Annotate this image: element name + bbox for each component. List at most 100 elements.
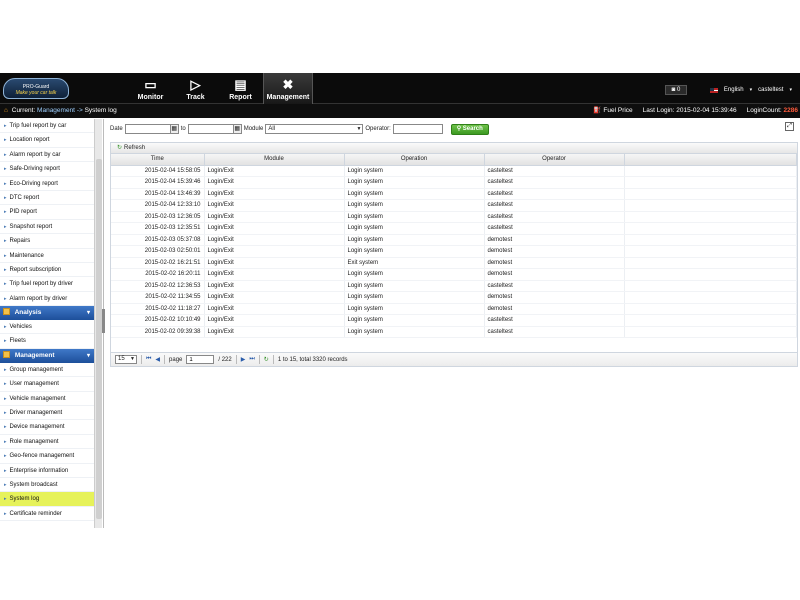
table-row[interactable]: 2015-02-03 05:37:08 Login/Exit Login syste… bbox=[111, 234, 797, 246]
sidebar-group-management[interactable]: Management ▾ bbox=[0, 348, 94, 363]
sidebar-item-report-subscription[interactable]: ▸ Report subscription bbox=[0, 263, 94, 278]
sidebar-item-enterprise-information[interactable]: ▸ Enterprise information bbox=[0, 464, 94, 478]
sidebar-collapse-handle[interactable] bbox=[102, 309, 105, 333]
sidebar-item-vehicle-management[interactable]: ▸ Vehicle management bbox=[0, 392, 94, 407]
table-row[interactable]: 2015-02-04 13:46:39 Login/Exit Login syste… bbox=[111, 188, 797, 200]
fullscreen-icon[interactable]: ⤢ bbox=[785, 122, 794, 131]
sidebar-item-snapshot-report[interactable]: ▸ Snapshot report bbox=[0, 220, 94, 235]
sidebar-item-certificate-reminder[interactable]: ▸ Certificate reminder bbox=[0, 507, 94, 522]
management-menu-items: ▸ Group management ▸ User management ▸ Vehicl… bbox=[0, 363, 94, 522]
page-size-select[interactable]: 15 ▼ bbox=[115, 355, 137, 364]
calendar-icon[interactable]: ▦ bbox=[169, 124, 179, 134]
refresh-label: Refresh bbox=[124, 145, 146, 151]
refresh-icon: ↻ bbox=[117, 145, 123, 151]
operator-cell: casteltest bbox=[484, 176, 625, 189]
nav-monitor[interactable]: ▭ Monitor bbox=[128, 73, 173, 104]
sidebar-item-eco-driving-report[interactable]: ▸ Eco-Driving report bbox=[0, 177, 94, 191]
table-row[interactable]: 2015-02-04 15:39:46 Login/Exit Login syste… bbox=[111, 176, 797, 189]
sidebar-item-safe-driving-report[interactable]: ▸ Safe-Driving report bbox=[0, 162, 94, 177]
operation-cell: Login system bbox=[344, 303, 485, 315]
sidebar-item-alarm-report-by-driver[interactable]: ▸ Alarm report by driver bbox=[0, 292, 94, 307]
page-number-input[interactable] bbox=[186, 355, 215, 364]
filter-bar: Date ▦ to ▦ Module All ▼ Operator: ⚲ Sea… bbox=[110, 121, 489, 137]
bullet-arrow-icon: ▸ bbox=[4, 438, 7, 445]
table-row[interactable]: 2015-02-03 12:35:51 Login/Exit Login syste… bbox=[111, 222, 797, 235]
bullet-arrow-icon: ▸ bbox=[4, 238, 7, 245]
module-select-value: All bbox=[268, 126, 276, 132]
table-row[interactable]: 2015-02-02 11:18:27 Login/Exit Login syste… bbox=[111, 303, 797, 315]
nav-track[interactable]: ▷ Track bbox=[173, 73, 218, 104]
pager-divider bbox=[164, 355, 166, 364]
col-operator-header[interactable]: Operator bbox=[484, 154, 625, 166]
refresh-button[interactable]: ↻ Refresh bbox=[117, 145, 145, 151]
sidebar-item-group-management[interactable]: ▸ Group management bbox=[0, 363, 94, 378]
table-row[interactable]: 2015-02-02 10:10:49 Login/Exit Login syste… bbox=[111, 314, 797, 327]
sidebar-item-trip-fuel-report-by-driver[interactable]: ▸ Trip fuel report by driver bbox=[0, 277, 94, 292]
last-page-icon[interactable]: ⏭ bbox=[249, 356, 254, 363]
sidebar-item-maintenance[interactable]: ▸ Maintenance bbox=[0, 249, 94, 263]
operation-cell: Login system bbox=[344, 165, 485, 177]
scrollbar-thumb[interactable] bbox=[96, 159, 102, 519]
sidebar-scrollbar[interactable] bbox=[94, 119, 102, 528]
calendar-icon[interactable]: ▦ bbox=[232, 124, 242, 134]
sidebar-item-system-log[interactable]: ▸ System log bbox=[0, 492, 94, 507]
table-row[interactable]: 2015-02-02 09:39:38 Login/Exit Login syste… bbox=[111, 326, 797, 338]
operator-cell: casteltest bbox=[484, 326, 625, 338]
sidebar-item-trip-fuel-report-by-car[interactable]: ▸ Trip fuel report by car bbox=[0, 119, 94, 134]
sidebar-item-geo-fence-management[interactable]: ▸ Geo-fence management bbox=[0, 449, 94, 464]
fuel-price-link[interactable]: ⛽ Fuel Price bbox=[593, 104, 632, 118]
sidebar-item-location-report[interactable]: ▸ Location report bbox=[0, 133, 94, 148]
table-row[interactable]: 2015-02-02 11:34:55 Login/Exit Login syste… bbox=[111, 291, 797, 304]
bullet-arrow-icon: ▸ bbox=[4, 252, 7, 259]
first-page-icon[interactable]: ⏮ bbox=[146, 356, 151, 363]
sidebar-item-device-management[interactable]: ▸ Device management bbox=[0, 420, 94, 435]
nav-monitor-label: Monitor bbox=[137, 94, 164, 101]
col-time-header[interactable]: Time bbox=[111, 154, 205, 166]
sidebar-item-label: Role management bbox=[9, 438, 59, 445]
sidebar-item-pid-report[interactable]: ▸ PID report bbox=[0, 205, 94, 220]
operator-cell: casteltest bbox=[484, 222, 625, 235]
module-cell: Login/Exit bbox=[204, 176, 345, 189]
breadcrumb-section[interactable]: Management bbox=[37, 107, 75, 114]
sidebar-item-vehicles[interactable]: ▸ Vehicles bbox=[0, 320, 94, 335]
bullet-arrow-icon: ▸ bbox=[4, 266, 7, 273]
module-cell: Login/Exit bbox=[204, 280, 345, 292]
spacer-cell bbox=[624, 211, 797, 223]
sidebar-item-system-broadcast[interactable]: ▸ System broadcast bbox=[0, 478, 94, 493]
sidebar-item-role-management[interactable]: ▸ Role management bbox=[0, 435, 94, 450]
sidebar-item-alarm-report-by-car[interactable]: ▸ Alarm report by car bbox=[0, 148, 94, 163]
reload-icon[interactable]: ↻ bbox=[264, 356, 269, 363]
language-selector[interactable]: English bbox=[724, 87, 744, 93]
table-row[interactable]: 2015-02-03 02:50:01 Login/Exit Login syste… bbox=[111, 245, 797, 258]
table-row[interactable]: 2015-02-02 16:21:51 Login/Exit Exit system… bbox=[111, 257, 797, 269]
camera-button[interactable]: ◙ 0 bbox=[665, 85, 687, 95]
module-select[interactable]: All ▼ bbox=[265, 124, 364, 134]
sidebar-item-repairs[interactable]: ▸ Repairs bbox=[0, 234, 94, 249]
nav-report[interactable]: ▤ Report bbox=[218, 73, 263, 104]
col-operation-header[interactable]: Operation bbox=[344, 154, 485, 166]
next-page-icon[interactable]: ▶ bbox=[241, 356, 246, 363]
date-from-input[interactable] bbox=[124, 124, 171, 134]
table-row[interactable]: 2015-02-02 16:20:11 Login/Exit Login syste… bbox=[111, 268, 797, 281]
table-row[interactable]: 2015-02-03 12:36:05 Login/Exit Login syste… bbox=[111, 211, 797, 223]
date-to-input[interactable] bbox=[187, 124, 234, 134]
operation-cell: Login system bbox=[344, 211, 485, 223]
sidebar-item-label: System log bbox=[9, 496, 40, 503]
user-name[interactable]: casteltest bbox=[758, 87, 783, 93]
sidebar-item-user-management[interactable]: ▸ User management bbox=[0, 377, 94, 392]
sidebar-item-driver-management[interactable]: ▸ Driver management bbox=[0, 406, 94, 421]
operator-input[interactable] bbox=[392, 124, 443, 134]
sidebar-group-analysis[interactable]: Analysis ▾ bbox=[0, 306, 94, 321]
sidebar-item-fleets[interactable]: ▸ Fleets bbox=[0, 334, 94, 349]
nav-management[interactable]: ✖ Management bbox=[263, 73, 313, 104]
prev-page-icon[interactable]: ◀ bbox=[155, 356, 160, 363]
group-management-title: Management bbox=[14, 351, 55, 359]
table-row[interactable]: 2015-02-04 15:58:05 Login/Exit Login syste… bbox=[111, 165, 797, 177]
table-row[interactable]: 2015-02-04 12:33:10 Login/Exit Login syste… bbox=[111, 199, 797, 212]
table-row[interactable]: 2015-02-02 12:36:53 Login/Exit Login syste… bbox=[111, 280, 797, 292]
col-module-header[interactable]: Module bbox=[204, 154, 345, 166]
sidebar-item-dtc-report[interactable]: ▸ DTC report bbox=[0, 191, 94, 206]
sidebar-item-label: PID report bbox=[9, 209, 37, 216]
search-button[interactable]: ⚲ Search bbox=[450, 123, 489, 135]
operation-cell: Login system bbox=[344, 280, 485, 292]
